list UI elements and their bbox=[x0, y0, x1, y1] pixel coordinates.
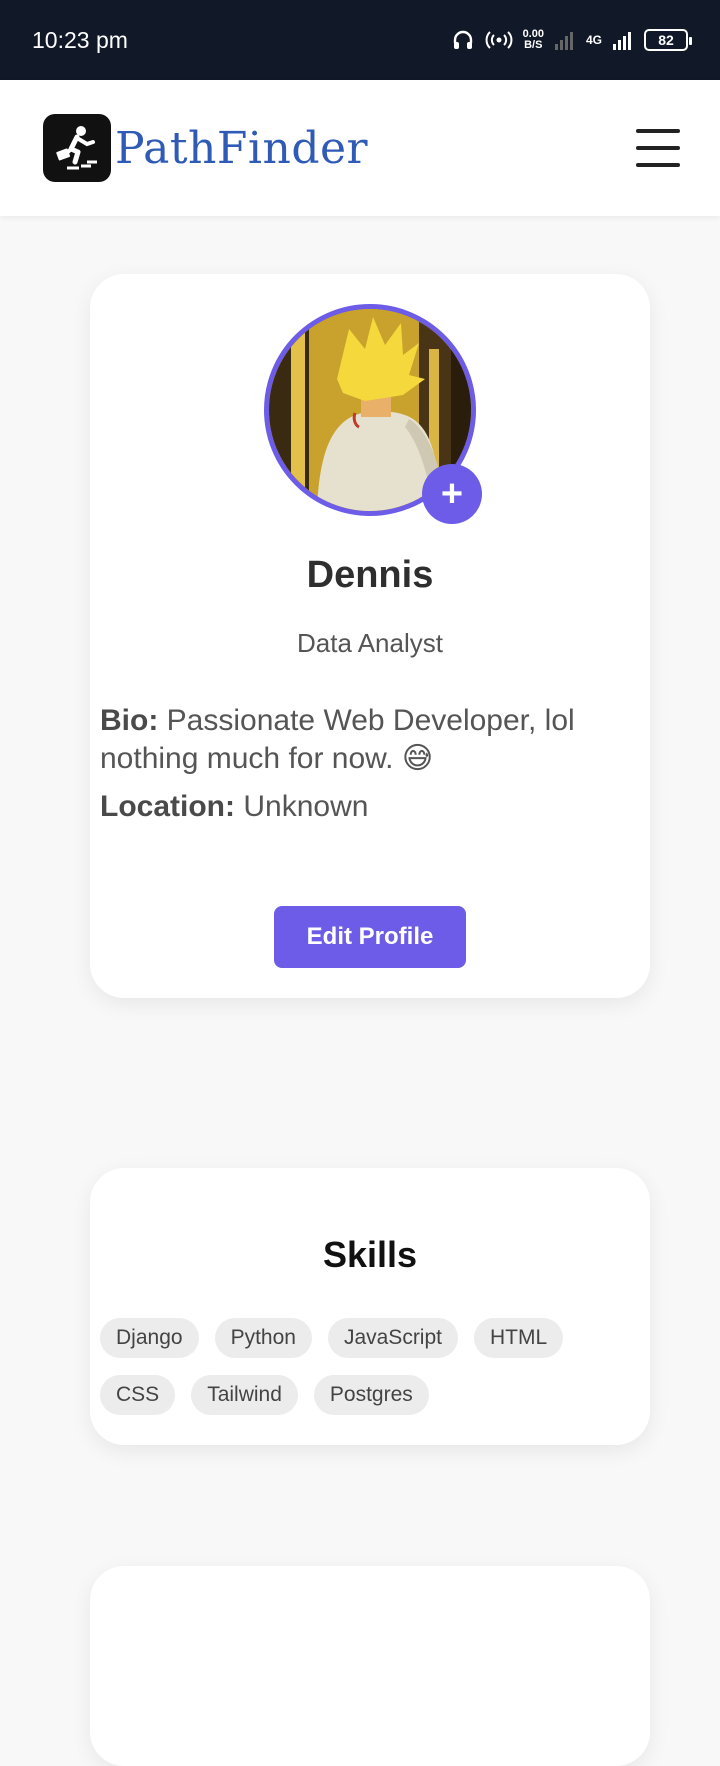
hotspot-icon bbox=[485, 31, 512, 49]
battery-indicator: 82 bbox=[644, 29, 692, 51]
network-type: 4G bbox=[585, 33, 602, 47]
skill-tag: Postgres bbox=[313, 1375, 429, 1415]
bio-text: Passionate Web Developer, lol nothing mu… bbox=[100, 704, 575, 775]
bio: Bio: Passionate Web Developer, lol nothi… bbox=[100, 702, 640, 778]
skill-tag: JavaScript bbox=[327, 1318, 458, 1358]
skill-tag: HTML bbox=[474, 1318, 564, 1358]
next-card bbox=[90, 1566, 650, 1766]
status-time: 10:23 pm bbox=[32, 26, 128, 53]
person-running-stairs-icon bbox=[43, 114, 111, 182]
status-bar: 10:23 pm 0.00 B/S 4G 82 bbox=[0, 0, 720, 80]
location-text: Unknown bbox=[243, 790, 369, 823]
signal-strong-icon bbox=[613, 32, 631, 50]
headphones-icon bbox=[453, 30, 472, 49]
location-label: Location: bbox=[100, 790, 235, 823]
skills-title: Skills bbox=[322, 1234, 418, 1275]
brand-name: PathFinder bbox=[115, 122, 369, 174]
skill-tag: Python bbox=[214, 1318, 312, 1358]
location: Location: Unknown bbox=[100, 788, 640, 826]
status-icons: 0.00 B/S 4G 82 bbox=[451, 28, 692, 52]
navbar: PathFinder bbox=[0, 80, 720, 216]
battery-level: 82 bbox=[658, 32, 674, 48]
bio-label: Bio: bbox=[100, 704, 159, 737]
avatar-container: + bbox=[264, 304, 482, 524]
skills-list: Django Python JavaScript HTML CSS Tailwi… bbox=[100, 1318, 600, 1415]
hamburger-menu-icon[interactable] bbox=[636, 126, 680, 170]
skill-tag: Django bbox=[100, 1318, 199, 1358]
skill-tag: CSS bbox=[100, 1375, 176, 1415]
edit-profile-button[interactable]: Edit Profile bbox=[274, 906, 466, 968]
signal-weak-icon bbox=[554, 32, 573, 50]
network-speed: 0.00 B/S bbox=[523, 29, 544, 51]
skills-card: Skills Django Python JavaScript HTML CSS… bbox=[90, 1168, 650, 1445]
add-photo-button[interactable]: + bbox=[422, 464, 482, 524]
skill-tag: Tailwind bbox=[191, 1375, 298, 1415]
network-speed-unit: B/S bbox=[524, 39, 543, 51]
profile-card: + Dennis Data Analyst Bio: Passionate We… bbox=[90, 274, 650, 998]
profile-name: Dennis bbox=[306, 554, 434, 596]
profile-role: Data Analyst bbox=[297, 628, 443, 658]
brand[interactable]: PathFinder bbox=[43, 114, 368, 182]
